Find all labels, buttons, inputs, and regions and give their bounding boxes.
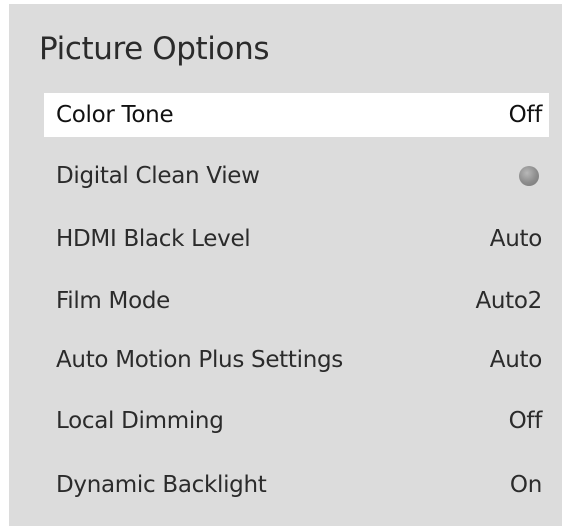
menu-item-film-mode[interactable]: Film Mode Auto2 xyxy=(44,274,549,327)
menu-item-dynamic-backlight[interactable]: Dynamic Backlight On xyxy=(44,458,549,511)
menu-item-label: Film Mode xyxy=(56,287,171,314)
menu-item-value: Auto xyxy=(489,225,543,252)
menu-item-label: Auto Motion Plus Settings xyxy=(56,346,343,373)
menu-item-value: On xyxy=(509,471,542,498)
menu-title: Picture Options xyxy=(39,31,270,67)
menu-item-value: Auto2 xyxy=(475,287,542,314)
menu-item-color-tone[interactable]: Color Tone Off xyxy=(44,93,549,137)
menu-item-label: HDMI Black Level xyxy=(56,225,251,252)
menu-item-hdmi-black-level[interactable]: HDMI Black Level Auto xyxy=(44,212,549,265)
menu-item-digital-clean-view[interactable]: Digital Clean View xyxy=(44,149,549,202)
menu-item-auto-motion-plus-settings[interactable]: Auto Motion Plus Settings Auto xyxy=(44,333,549,386)
menu-item-label: Color Tone xyxy=(56,102,174,128)
menu-item-label: Digital Clean View xyxy=(56,162,260,189)
menu-item-label: Dynamic Backlight xyxy=(56,471,267,498)
menu-item-value: Off xyxy=(508,407,543,434)
toggle-off-icon[interactable] xyxy=(519,165,539,186)
menu-item-local-dimming[interactable]: Local Dimming Off xyxy=(44,394,549,447)
picture-options-panel xyxy=(9,4,562,526)
menu-item-value: Off xyxy=(508,102,543,128)
menu-item-value: Auto xyxy=(489,346,543,373)
menu-item-label: Local Dimming xyxy=(56,407,224,434)
